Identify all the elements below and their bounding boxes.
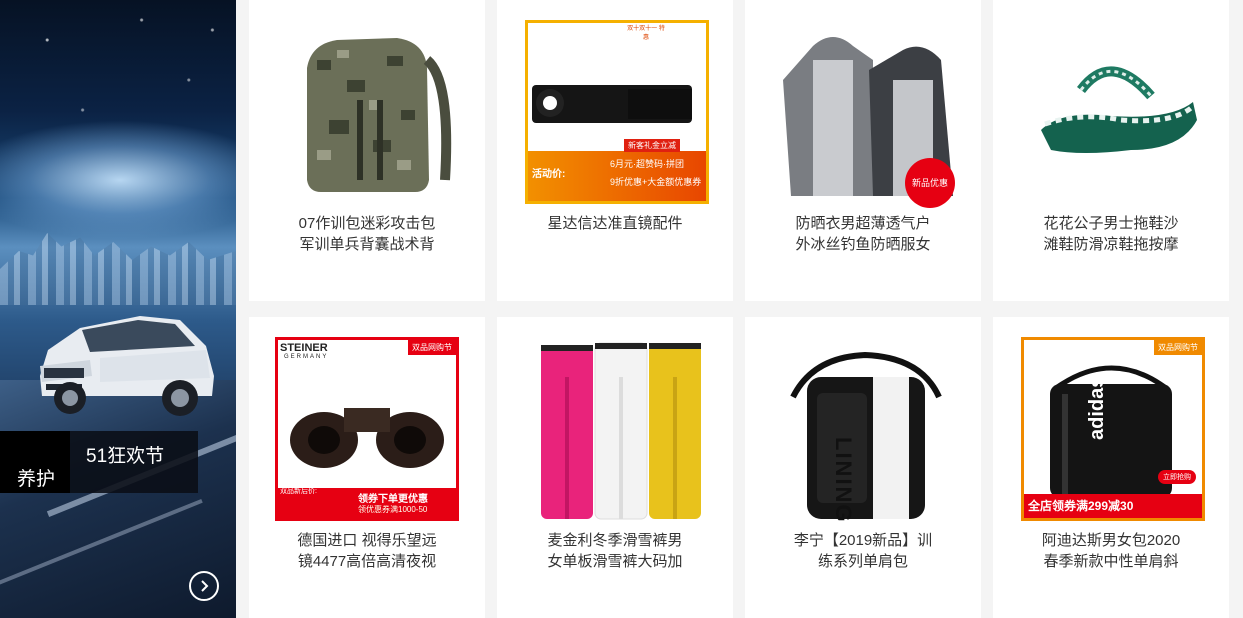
- new-product-badge: 新品优惠: [905, 158, 955, 208]
- promo-title: 51狂欢节: [86, 446, 165, 467]
- promo-line-2: 9折优惠+大金额优惠券: [610, 177, 702, 187]
- brand-subtitle: GERMANY: [284, 354, 329, 360]
- product-title[interactable]: 防晒衣男超薄透气户 外冰丝钓鱼防晒服女: [753, 213, 973, 255]
- brand-logo: STEINER: [280, 342, 328, 354]
- coupon-strip: 双品新后价: 领券下单更优惠 领优惠券满1000-50: [278, 488, 456, 518]
- product-card[interactable]: 07作训包迷彩攻击包 军训单兵背囊战术背: [249, 0, 485, 301]
- ski-pants-image: [541, 342, 701, 520]
- coupon-strip: 全店领券满299减30: [1024, 494, 1202, 518]
- product-card[interactable]: 花花公子男士拖鞋沙 滩鞋防滑凉鞋拖按摩: [993, 0, 1229, 301]
- suv-car-image: [40, 316, 214, 416]
- product-title[interactable]: 德国进口 视得乐望远 镜4477高倍高清夜视: [257, 530, 477, 572]
- corner-badge: 双品网购节: [408, 340, 456, 355]
- bag-brand-print: LINING: [831, 437, 856, 524]
- product-card[interactable]: LINING 李宁【2019新品】训 练系列单肩包: [745, 317, 981, 618]
- buy-now-badge: 立即抢购: [1158, 470, 1196, 484]
- promo-caption: 养护 51狂欢节: [0, 431, 198, 493]
- bag-brand-print: adidas: [1086, 376, 1108, 440]
- product-title[interactable]: 花花公子男士拖鞋沙 滩鞋防滑凉鞋拖按摩: [1001, 213, 1221, 255]
- product-title[interactable]: 李宁【2019新品】训 练系列单肩包: [753, 530, 973, 572]
- collimator-tube-image: 双十双十一 特惠 新客礼金立减 活动价: 6月元·超赞码·拼团 9折优惠+大金额…: [525, 20, 709, 204]
- top-corner-badge: 双十双十一 特惠: [627, 26, 665, 41]
- coupon-label: 全店领券满299减30: [1028, 499, 1134, 513]
- product-title[interactable]: 阿迪达斯男女包2020 春季新款中性单肩斜: [1001, 530, 1221, 572]
- chevron-right-icon: [201, 580, 209, 592]
- flip-flop-image: [1041, 66, 1197, 153]
- product-title[interactable]: 07作训包迷彩攻击包 军训单兵背囊战术背: [257, 213, 477, 255]
- next-slide-button[interactable]: [189, 571, 219, 601]
- promo-line-1: 6月元·超赞码·拼团: [610, 159, 684, 169]
- shoulder-bag-image: [790, 351, 942, 519]
- product-title[interactable]: 麦金利冬季滑雪裤男 女单板滑雪裤大码加: [505, 530, 725, 572]
- product-card[interactable]: 双十双十一 特惠 新客礼金立减 活动价: 6月元·超赞码·拼团 9折优惠+大金额…: [497, 0, 733, 301]
- product-title[interactable]: 星达信达准直镜配件: [505, 213, 725, 234]
- planet-glow-decoration: [0, 120, 236, 240]
- adidas-bag-image: 双品网购节 adidas 全店领券满299减30 立即抢购: [1021, 337, 1205, 521]
- coupon-sublabel: 领优惠券满1000-50: [358, 505, 428, 514]
- product-card[interactable]: 新品优惠 防晒衣男超薄透气户 外冰丝钓鱼防晒服女: [745, 0, 981, 301]
- corner-badge: 双品网购节: [1154, 340, 1202, 355]
- promo-banner[interactable]: 养护 51狂欢节: [0, 0, 236, 618]
- product-card[interactable]: 麦金利冬季滑雪裤男 女单板滑雪裤大码加: [497, 317, 733, 618]
- price-tag-label: 双品新后价:: [280, 488, 317, 495]
- promo-strip: 新客礼金立减 活动价: 6月元·超赞码·拼团 9折优惠+大金额优惠券: [528, 139, 706, 201]
- activity-price-label: 活动价:: [532, 169, 566, 180]
- coupon-label: 领券下单更优惠: [358, 494, 428, 505]
- binoculars-image: STEINER GERMANY 双品网购节 双品新后价: 领券下单更优惠 领优惠…: [275, 337, 459, 521]
- product-card[interactable]: 双品网购节 adidas 全店领券满299减30 立即抢购 阿迪达斯男女包202…: [993, 317, 1229, 618]
- promo-subtitle: 养护: [17, 469, 56, 490]
- gift-label: 新客礼金立减: [624, 139, 680, 152]
- product-card[interactable]: STEINER GERMANY 双品网购节 双品新后价: 领券下单更优惠 领优惠…: [249, 317, 485, 618]
- camo-backpack-image: [307, 38, 452, 192]
